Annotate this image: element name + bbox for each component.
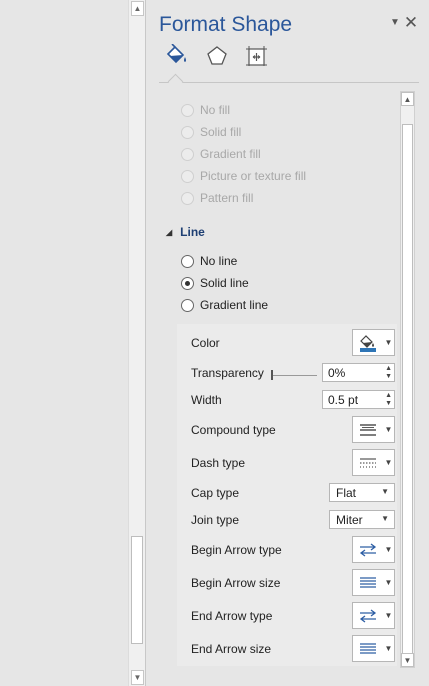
radio-label: Picture or texture fill (200, 169, 307, 183)
radio-button (181, 103, 194, 117)
radio-option[interactable]: Gradient line (181, 298, 268, 312)
collapse-triangle-icon[interactable]: ◢ (166, 228, 172, 237)
begin-arrow-type-button[interactable]: ▼ (352, 536, 395, 563)
scroll-up-icon[interactable]: ▲ (401, 92, 414, 106)
radio-label: Pattern fill (200, 191, 254, 205)
end-arrow-type-label: End Arrow type (191, 609, 273, 623)
radio-label: Solid fill (200, 125, 242, 139)
radio-label: Solid line (200, 276, 249, 290)
compound-type-button[interactable]: ▼ (352, 416, 395, 443)
radio-label: Gradient fill (200, 147, 261, 161)
slider-handle[interactable] (271, 370, 273, 380)
line-section-label: Line (180, 225, 205, 239)
close-icon[interactable]: ✕ (403, 14, 419, 32)
size-properties-icon[interactable] (243, 44, 269, 68)
spin-up-icon[interactable]: ▲ (385, 392, 392, 400)
transparency-label: Transparency (191, 366, 264, 380)
radio-button (181, 147, 194, 161)
join-type-value: Miter (336, 513, 363, 527)
arrow-size-icon (353, 636, 383, 661)
arrow-type-icon (353, 603, 383, 628)
chevron-down-icon: ▼ (384, 611, 393, 620)
join-type-label: Join type (191, 513, 240, 527)
pane-scroll-thumb[interactable] (402, 124, 413, 654)
tab-divider (159, 82, 419, 83)
paint-bucket-icon[interactable] (163, 43, 189, 68)
scroll-down-icon[interactable]: ▼ (401, 653, 414, 667)
spin-up-icon[interactable]: ▲ (385, 365, 392, 373)
width-stepper[interactable]: 0.5 pt ▲ ▼ (322, 390, 395, 409)
cap-type-label: Cap type (191, 486, 240, 500)
task-pane-options-icon[interactable]: ▼ (387, 14, 403, 32)
dash-type-label: Dash type (191, 456, 246, 470)
radio-option[interactable]: No line (181, 254, 237, 268)
pane-title: Format Shape (159, 13, 293, 36)
dash-type-button[interactable]: ▼ (352, 449, 395, 476)
end-arrow-size-label: End Arrow size (191, 642, 272, 656)
chevron-down-icon: ▼ (384, 644, 393, 653)
compound-lines-icon (353, 417, 383, 442)
chevron-down-icon: ▼ (384, 338, 393, 347)
cap-type-select[interactable]: Flat ▼ (329, 483, 395, 502)
transparency-stepper[interactable]: 0% ▲ ▼ (322, 363, 395, 382)
end-arrow-size-button[interactable]: ▼ (352, 635, 395, 662)
paint-bucket-icon (353, 330, 383, 355)
radio-button[interactable] (181, 276, 194, 290)
end-arrow-type-button[interactable]: ▼ (352, 602, 395, 629)
radio-label: Gradient line (200, 298, 269, 312)
dash-lines-icon (353, 450, 383, 475)
radio-button (181, 169, 194, 183)
radio-label: No fill (200, 103, 231, 117)
arrow-size-icon (353, 570, 383, 595)
radio-label: No line (200, 254, 238, 268)
begin-arrow-type-label: Begin Arrow type (191, 543, 282, 557)
radio-option: Pattern fill (181, 191, 253, 205)
width-value: 0.5 pt (328, 393, 359, 407)
chevron-down-icon: ▼ (384, 458, 393, 467)
spin-down-icon[interactable]: ▼ (385, 373, 392, 381)
cap-type-value: Flat (336, 486, 357, 500)
radio-button[interactable] (181, 254, 194, 268)
chevron-down-icon: ▼ (384, 545, 393, 554)
radio-option: Picture or texture fill (181, 169, 306, 183)
slider-track (271, 375, 317, 376)
pentagon-icon[interactable] (204, 44, 230, 68)
radio-button[interactable] (181, 298, 194, 312)
pane-scrollbar[interactable]: ▲ ▼ (400, 91, 415, 668)
chevron-down-icon: ▼ (381, 514, 389, 523)
document-scrollbar[interactable]: ▲ ▼ (128, 0, 146, 686)
arrow-type-icon (353, 537, 383, 562)
chevron-down-icon: ▼ (384, 578, 393, 587)
radio-option[interactable]: Solid line (181, 276, 249, 290)
width-label: Width (191, 393, 222, 407)
radio-option: Gradient fill (181, 147, 261, 161)
line-section-header[interactable]: ◢ Line (166, 225, 205, 239)
scroll-down-icon[interactable]: ▼ (131, 670, 144, 685)
chevron-down-icon: ▼ (381, 487, 389, 496)
compound-type-label: Compound type (191, 423, 276, 437)
format-shape-pane: Format Shape ▼ ✕ No fill Solid fill Gradie… (147, 0, 429, 686)
radio-button (181, 125, 194, 139)
spin-down-icon[interactable]: ▼ (385, 400, 392, 408)
scroll-up-icon[interactable]: ▲ (131, 1, 144, 16)
radio-button (181, 191, 194, 205)
radio-option: No fill (181, 103, 230, 117)
transparency-slider[interactable] (271, 370, 317, 380)
radio-option: Solid fill (181, 125, 241, 139)
line-color-button[interactable]: ▼ (352, 329, 395, 356)
transparency-value: 0% (328, 366, 346, 380)
color-label: Color (191, 336, 220, 350)
document-scroll-thumb[interactable] (131, 536, 143, 644)
join-type-select[interactable]: Miter ▼ (329, 510, 395, 529)
tab-selection-notch (167, 73, 184, 90)
chevron-down-icon: ▼ (384, 425, 393, 434)
begin-arrow-size-label: Begin Arrow size (191, 576, 281, 590)
begin-arrow-size-button[interactable]: ▼ (352, 569, 395, 596)
